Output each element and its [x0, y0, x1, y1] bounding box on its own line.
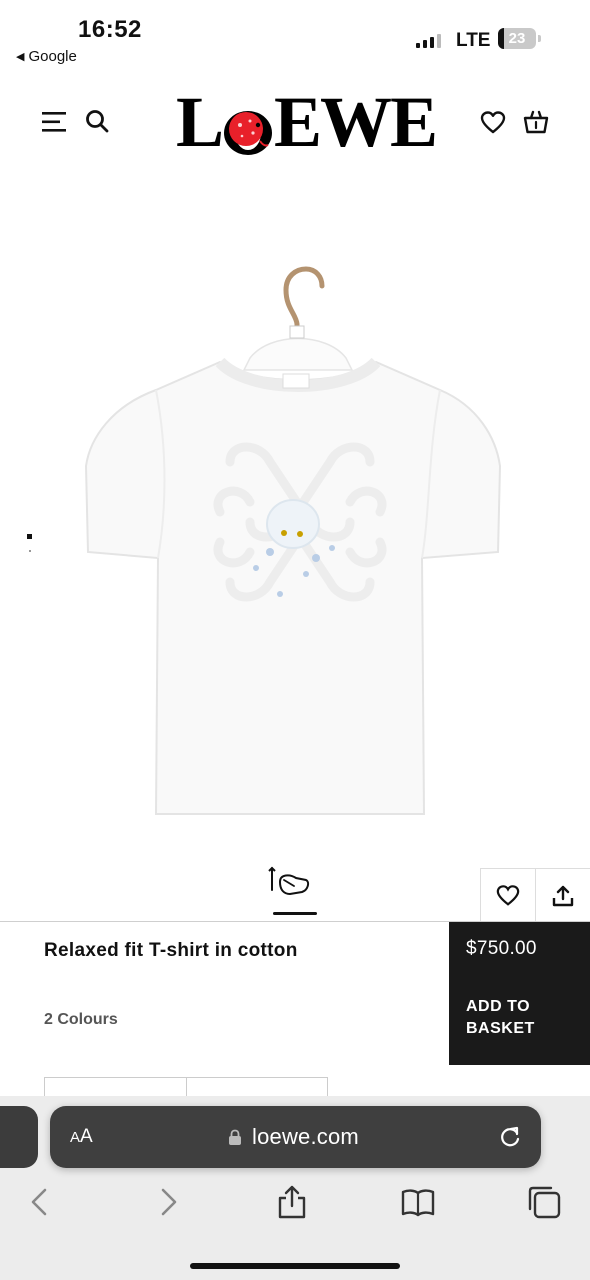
previous-tab-pill[interactable]	[0, 1106, 38, 1168]
cell-signal-icon	[416, 32, 441, 48]
logo-letters: L	[176, 81, 224, 162]
add-to-basket-button[interactable]: ADD TO BASKET	[466, 996, 576, 1040]
battery-icon: 23	[498, 28, 536, 49]
menu-icon[interactable]	[42, 110, 68, 134]
logo-o-fish	[220, 94, 276, 155]
lock-icon	[229, 1129, 241, 1145]
product-price: $750.00	[466, 938, 537, 959]
heart-icon[interactable]	[480, 110, 506, 136]
battery-level: 23	[508, 30, 526, 47]
share-button[interactable]	[535, 868, 590, 924]
back-app-label: Google	[28, 48, 77, 65]
carousel-progress-bar	[273, 912, 317, 915]
colour-count-link[interactable]: 2 Colours	[44, 1011, 118, 1029]
heart-icon	[496, 885, 520, 906]
reload-icon[interactable]	[498, 1124, 522, 1150]
carousel-indicator-active	[27, 534, 32, 539]
bookmarks-icon[interactable]	[400, 1184, 436, 1220]
add-to-wishlist-button[interactable]	[480, 868, 536, 924]
product-image[interactable]	[80, 262, 510, 822]
forward-icon[interactable]	[150, 1184, 186, 1220]
share-icon[interactable]	[274, 1184, 310, 1220]
network-label: LTE	[456, 30, 491, 51]
reader-settings-button[interactable]: AA	[70, 1126, 93, 1148]
address-bar[interactable]: AA loewe.com	[50, 1106, 541, 1168]
basket-icon[interactable]	[522, 108, 550, 136]
product-title: Relaxed fit T-shirt in cotton	[44, 940, 298, 961]
brand-logo[interactable]: L EWE	[176, 82, 438, 162]
search-icon[interactable]	[84, 108, 112, 136]
buy-panel: $750.00 ADD TO BASKET	[449, 922, 590, 1065]
battery-nub	[538, 35, 541, 42]
share-icon	[552, 885, 574, 907]
back-to-google-link[interactable]: ◀ Google	[16, 48, 77, 65]
swipe-hand-icon	[268, 866, 310, 896]
status-time: 16:52	[78, 16, 142, 43]
back-icon[interactable]	[22, 1184, 58, 1220]
logo-letters-rest: EWE	[274, 81, 438, 162]
home-indicator	[190, 1263, 400, 1269]
url-text[interactable]: loewe.com	[252, 1124, 359, 1150]
carousel-indicator	[29, 550, 31, 552]
back-arrow-icon: ◀	[16, 51, 25, 63]
tabs-icon[interactable]	[526, 1184, 562, 1220]
